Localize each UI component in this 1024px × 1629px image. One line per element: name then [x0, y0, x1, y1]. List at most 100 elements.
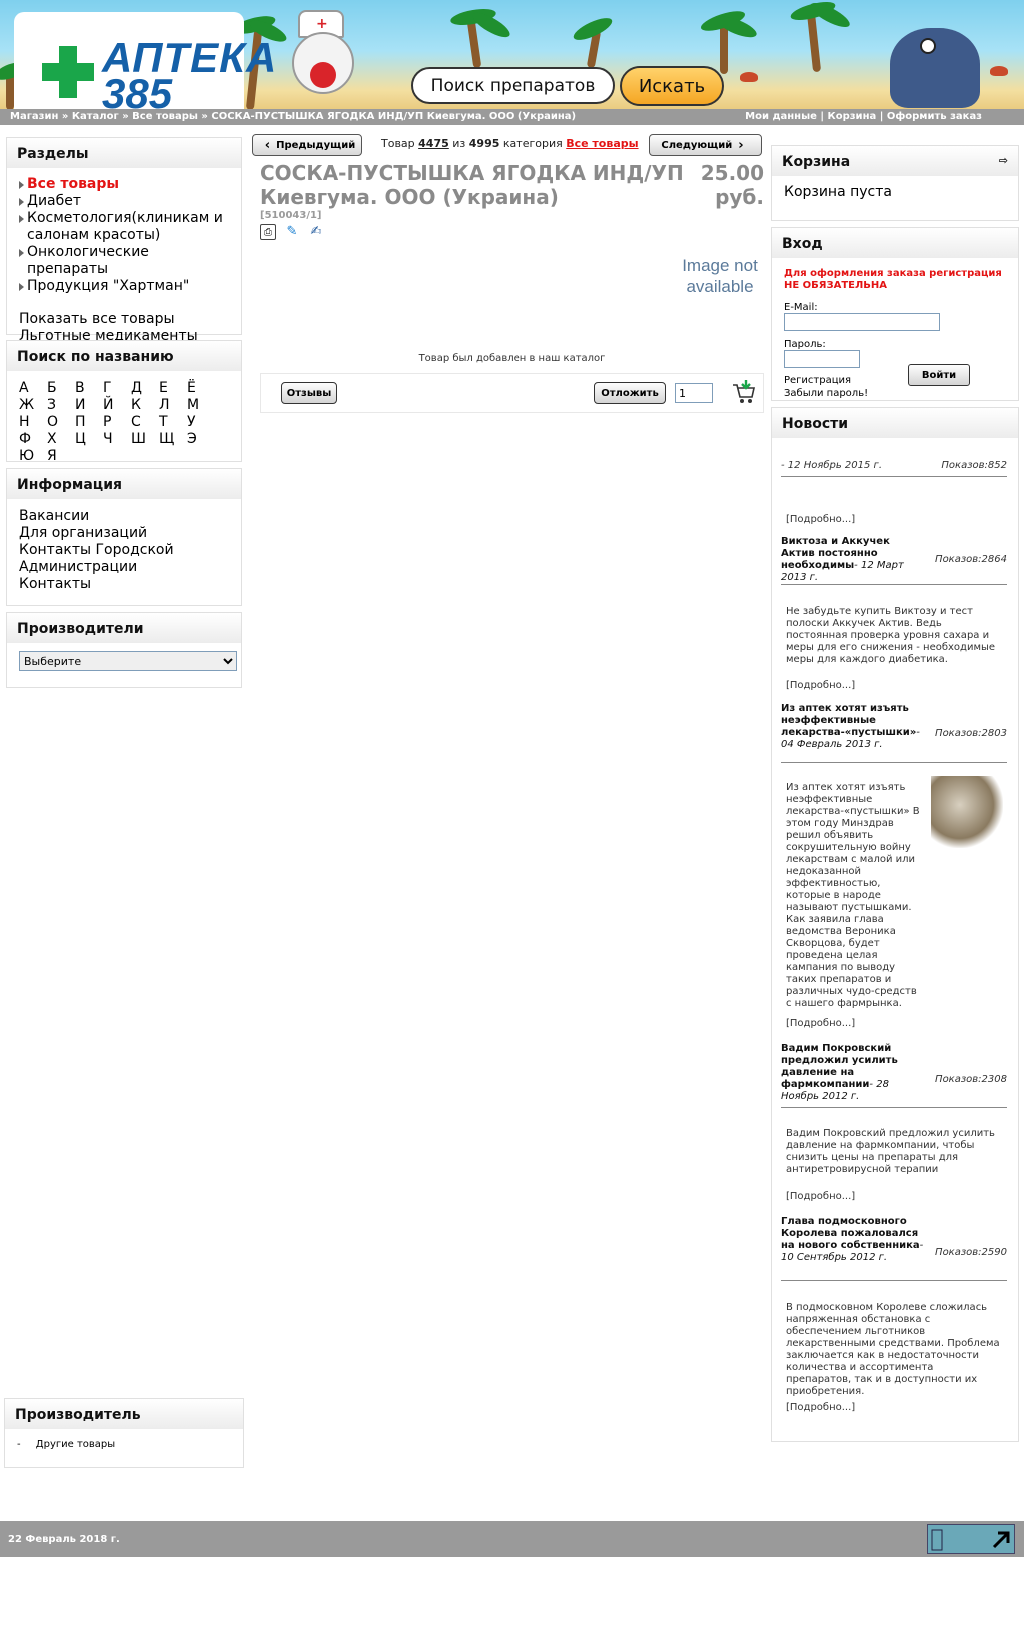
product-title: СОСКА-ПУСТЫШКА ЯГОДКА ИНД/УП Киевгума. О…	[260, 161, 684, 209]
pharmacy-cross-icon	[42, 46, 94, 98]
news-text: В подмосковном Королеве сложилась напряж…	[786, 1302, 1000, 1397]
letter-link[interactable]: Е	[159, 380, 187, 397]
login-button[interactable]: Войти	[908, 364, 970, 386]
letter-link[interactable]: Г	[103, 380, 131, 397]
email-label: E-Mail:	[784, 302, 818, 313]
letter-link[interactable]: Л	[159, 397, 187, 414]
category-link[interactable]: Все товары	[566, 137, 638, 150]
letter-link[interactable]: В	[75, 380, 103, 397]
letter-link[interactable]: Ц	[75, 431, 103, 448]
letter-link[interactable]: Й	[103, 397, 131, 414]
sections-title: Разделы	[7, 138, 241, 168]
product-index: 4475	[418, 137, 449, 150]
breadcrumb-current[interactable]: СОСКА-ПУСТЫШКА ЯГОДКА ИНД/УП Киевгума. О…	[211, 111, 576, 122]
category-diabetes[interactable]: Диабет	[19, 193, 229, 210]
letter-link[interactable]: Я	[47, 448, 75, 465]
next-product-button[interactable]: Следующий ›	[649, 134, 762, 156]
letter-link[interactable]: А	[19, 380, 47, 397]
news-image	[931, 776, 1003, 848]
manufacturer-select[interactable]: Выберите	[19, 651, 237, 671]
letter-link[interactable]: Ч	[103, 431, 131, 448]
news-headline[interactable]: Виктоза и Аккучек Актив постоянно необхо…	[781, 536, 926, 584]
letter-link[interactable]: Х	[47, 431, 75, 448]
email-field[interactable]	[784, 313, 940, 331]
news-headline[interactable]: Глава подмосковного Королева пожаловался…	[781, 1216, 926, 1264]
logo[interactable]: АПТЕКА 385	[14, 12, 276, 113]
news-more-link[interactable]: [Подробно...]	[786, 680, 855, 691]
letter-link[interactable]: К	[131, 397, 159, 414]
cart-link[interactable]: Корзина	[828, 111, 877, 122]
palm-decoration	[806, 11, 822, 73]
letter-link[interactable]: С	[131, 414, 159, 431]
my-data-link[interactable]: Мои данные	[745, 111, 817, 122]
info-box: Информация Вакансии Для организаций Конт…	[6, 468, 242, 606]
news-headline[interactable]: Из аптек хотят изъять неэффективные лека…	[781, 703, 926, 751]
news-more-link[interactable]: [Подробно...]	[786, 1402, 855, 1413]
letter-link[interactable]: И	[75, 397, 103, 414]
news-more-link[interactable]: [Подробно...]	[786, 1018, 855, 1029]
doctor-mascot: +	[280, 4, 370, 109]
news-more-link[interactable]: [Подробно...]	[786, 1191, 855, 1202]
city-administration-contacts-link[interactable]: Контакты Городской Администрации	[19, 542, 175, 576]
letter-link[interactable]: Ш	[131, 431, 159, 448]
logo-number: 385	[102, 70, 173, 113]
vacancies-link[interactable]: Вакансии	[19, 508, 175, 525]
category-hartmann[interactable]: Продукция "Хартман"	[19, 278, 229, 295]
contacts-link[interactable]: Контакты	[19, 576, 175, 593]
quantity-input[interactable]	[675, 383, 713, 403]
site-header: АПТЕКА 385 + Поиск препаратов Искать	[0, 0, 1024, 113]
news-more-link[interactable]: [Подробно...]	[786, 514, 855, 525]
breadcrumb-all-products[interactable]: Все товары	[132, 111, 198, 122]
letter-link[interactable]: Ё	[187, 380, 215, 397]
category-oncology[interactable]: Онкологические препараты	[19, 244, 229, 278]
letter-link[interactable]: Д	[131, 380, 159, 397]
forgot-password-link[interactable]: Забыли пароль!	[784, 387, 1006, 400]
chevron-left-icon: ‹	[264, 137, 271, 153]
letter-link[interactable]: Н	[19, 414, 47, 431]
alphabet-index: АБВГДЕЁ ЖЗИЙКЛМ НОПРСТУ ФХЦЧШЩЭ ЮЯ	[19, 380, 229, 465]
letter-link[interactable]: Ю	[19, 448, 47, 465]
visitor-counter-badge[interactable]	[927, 1524, 1015, 1554]
news-text: Не забудьте купить Виктозу и тест полоск…	[786, 606, 996, 665]
cart-arrow-icon[interactable]: ⇨	[999, 154, 1008, 167]
reviews-button[interactable]: Отзывы	[281, 382, 337, 404]
letter-link[interactable]: У	[187, 414, 215, 431]
news-views: Показов:2803	[935, 728, 1007, 739]
letter-link[interactable]: Ж	[19, 397, 47, 414]
breadcrumb: Магазин » Каталог » Все товары » СОСКА-П…	[10, 109, 576, 125]
register-link[interactable]: Регистрация	[784, 374, 1006, 387]
news-item: - 12 Ноябрь 2015 г. Показов:852	[781, 460, 1007, 471]
letter-link[interactable]: Р	[103, 414, 131, 431]
news-headline[interactable]: Вадим Покровский предложил усилить давле…	[781, 1043, 926, 1103]
breadcrumb-shop[interactable]: Магазин	[10, 111, 58, 122]
letter-link[interactable]: Щ	[159, 431, 187, 448]
search-button[interactable]: Искать	[620, 66, 724, 106]
letter-link[interactable]: Т	[159, 414, 187, 431]
print-icon[interactable]: ⎙	[260, 224, 276, 240]
for-organizations-link[interactable]: Для организаций	[19, 525, 175, 542]
edit-note-icon[interactable]: ✍	[308, 224, 324, 240]
registration-notice: Для оформления заказа регистрация НЕ ОБЯ…	[784, 268, 1002, 291]
show-all-products-link[interactable]: Показать все товары	[19, 311, 229, 328]
save-for-later-button[interactable]: Отложить	[594, 382, 666, 404]
letter-link[interactable]: Б	[47, 380, 75, 397]
breadcrumb-catalog[interactable]: Каталог	[72, 111, 119, 122]
manufacturer-box: Производитель - Другие товары	[4, 1398, 244, 1468]
letter-link[interactable]: Ф	[19, 431, 47, 448]
letter-link[interactable]: М	[187, 397, 215, 414]
letter-link[interactable]: З	[47, 397, 75, 414]
add-to-cart-icon[interactable]	[731, 379, 757, 405]
next-label: Следующий	[661, 139, 733, 151]
password-field[interactable]	[784, 350, 860, 368]
cart-box: Корзина ⇨ Корзина пуста	[771, 145, 1019, 221]
previous-product-button[interactable]: ‹ Предыдущий	[252, 134, 362, 156]
letter-link[interactable]: Э	[187, 431, 215, 448]
letter-link[interactable]: П	[75, 414, 103, 431]
checkout-link[interactable]: Оформить заказ	[887, 111, 982, 122]
category-all-products[interactable]: Все товары	[19, 176, 229, 193]
category-cosmetology[interactable]: Косметология(клиникам и салонам красоты)	[19, 210, 229, 244]
other-products-link[interactable]: Другие товары	[36, 1439, 115, 1450]
search-input[interactable]: Поиск препаратов	[411, 67, 615, 104]
letter-link[interactable]: О	[47, 414, 75, 431]
email-friend-icon[interactable]: ✎	[284, 224, 300, 240]
